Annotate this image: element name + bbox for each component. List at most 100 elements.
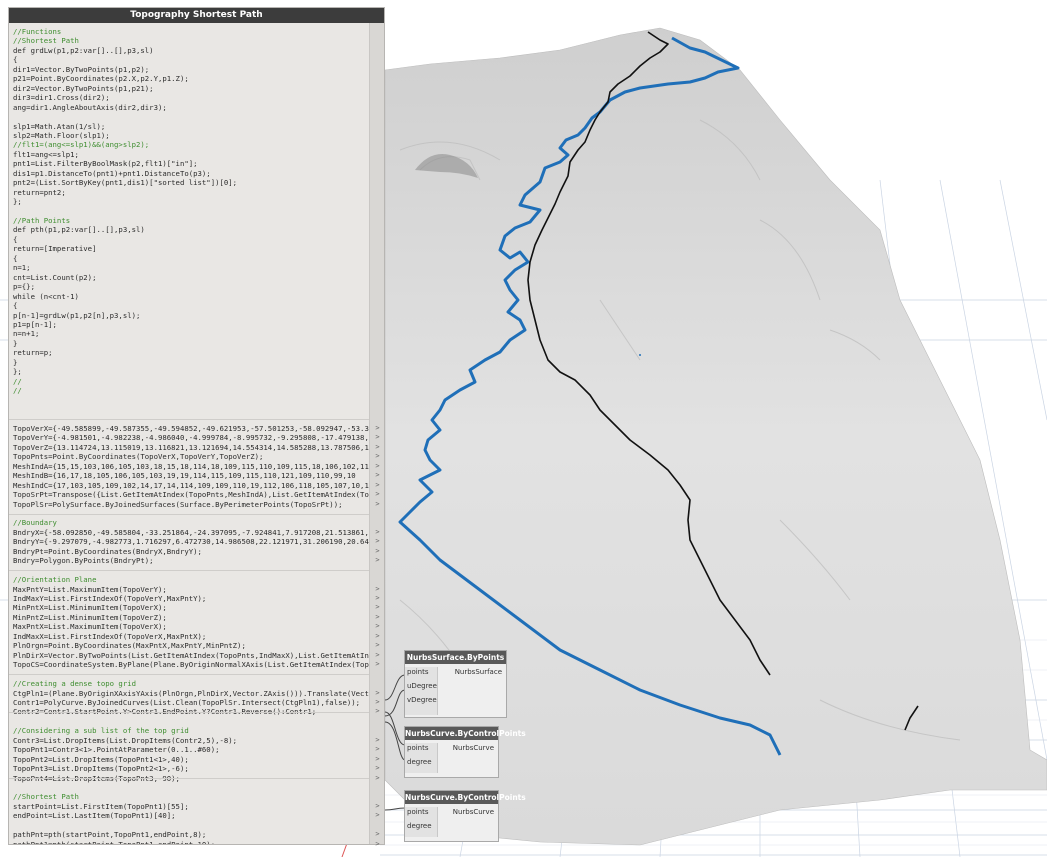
node-title[interactable]: NurbsSurface.ByPoints [405,651,506,664]
code-line: startPoint=List.FirstItem(TopoPnt1)[55]; [13,801,189,811]
code-line: }; [13,367,22,377]
input-vdegree[interactable]: vDegree [407,696,437,704]
output-port[interactable]: > [372,471,383,479]
output-ports: > > > > > > > > > > > > > > > > > > > > > > > > > > > > > > > > > > [369,23,384,848]
code-comment-line: //Path Points [13,216,71,225]
code-line: TopoVerY={-4.981501,-4.982238,-4.986040,… [13,433,369,443]
output-port[interactable]: > [372,622,383,630]
code-line: MinPntX=List.MinimumItem(TopoVerX); [13,603,167,613]
output-port[interactable]: > [372,830,383,838]
output-port[interactable]: > [372,462,383,470]
output-port[interactable]: > [372,802,383,810]
code-line: IndMaxX=List.FirstIndexOf(TopoVerX,MaxPn… [13,631,207,641]
node-title[interactable]: NurbsCurve.ByControlPoints [405,727,526,740]
code-line: endPoint=List.LastItem(TopoPnt1)[40]; [13,811,176,821]
output-port[interactable]: > [372,736,383,744]
code-line: TopoPnts=Point.ByCoordinates(TopoVerX,To… [13,452,264,462]
output-port[interactable]: > [372,481,383,489]
output-port[interactable]: > [372,490,383,498]
output-port[interactable]: > [372,698,383,706]
code-line: IndMaxY=List.FirstIndexOf(TopoVerY,MaxPn… [13,594,207,603]
input-points[interactable]: points [407,744,429,752]
divider [9,570,371,572]
output-port[interactable]: > [372,755,383,763]
code-line: p21=Point.ByCoordinates(p2.X,p2.Y,p1.Z); [13,74,189,84]
output-port[interactable]: > [372,556,383,564]
code-line: TopoVerZ={13.114724,13.115019,13.116821,… [13,442,369,452]
code-line: return=[Imperative] [13,244,97,254]
code-line: { [13,234,18,244]
code-line: n=n+1; [13,329,40,339]
output-port[interactable]: > [372,547,383,555]
code-line: p[n-1]=grdLw(p1,p2[n],p3,sl); [13,310,141,320]
output-port[interactable]: > [372,632,383,640]
code-line: TopoPnt3=List.DropItems(TopoPnt2<1>,-6); [13,764,189,774]
code-line: TopoPnt2=List.DropItems(TopoPnt1<1>,40); [13,754,189,764]
output-port[interactable]: > [372,660,383,668]
code-line: slp2=Math.Floor(slp1); [13,130,110,140]
code-line: } [13,357,18,367]
code-line: Bndry=Polygon.ByPoints(BndryPt); [13,556,154,566]
output-port[interactable]: > [372,585,383,593]
code-line: BndryPt=Point.ByCoordinates(BndryX,Bndry… [13,546,202,556]
code-line: TopoPnt1=Contr3<1>.PointAtParameter(0..1… [13,745,220,755]
output-port[interactable]: > [372,811,383,819]
code-line: CtgPln1=(Plane.ByOriginXAxisYAxis(PlnOrg… [13,688,372,698]
code-line: dir3=dir1.Cross(dir2); [13,93,110,103]
code-comment-line: //flt1=(ang<=slp1)&&(ang>slp2); [13,140,150,150]
output-port[interactable]: > [372,443,383,451]
output-port[interactable]: > [372,774,383,782]
output-port[interactable]: > [372,764,383,772]
code-line: dis1=p1.DistanceTo(pnt1)+pnt1.DistanceTo… [13,168,211,178]
code-comment-line: // [13,386,22,396]
code-line: TopoVerX={-49.585899,-49.587355,-49.5948… [13,423,369,433]
output-port[interactable]: > [372,500,383,508]
code-comment-line: //Functions [13,27,62,36]
code-line: BndryY={-9.297079,-4.982773,1.716297,6.4… [13,537,369,547]
output-port[interactable]: > [372,689,383,697]
output-port[interactable]: > [372,840,383,848]
output-port[interactable]: > [372,537,383,545]
code-line: pathPnt1=pth(startPoint,TopoPnt1,endPoin… [13,840,215,844]
output-port[interactable]: > [372,433,383,441]
input-degree[interactable]: degree [407,758,432,766]
output-port[interactable]: > [372,424,383,432]
divider [9,513,371,515]
code-line: } [13,338,18,348]
code-line: Contr1=PolyCurve.ByJoinedCurves(List.Cle… [13,697,361,707]
nurbs-surface-node[interactable]: NurbsSurface.ByPoints points uDegree vDe… [404,650,507,718]
code-line: MinPntZ=List.MinimumItem(TopoVerZ); [13,612,167,622]
output-port[interactable]: > [372,707,383,715]
output-port[interactable]: > [372,452,383,460]
output-port[interactable]: > [372,745,383,753]
divider [9,712,371,714]
output-port[interactable]: > [372,594,383,602]
input-udegree[interactable]: uDegree [407,682,437,690]
output-port[interactable]: > [372,528,383,536]
node-title[interactable]: NurbsCurve.ByControlPoints [405,791,526,804]
code-line: PlnDirX=Vector.ByTwoPoints(List.GetItemA… [13,650,369,660]
output-port[interactable]: > [372,603,383,611]
code-line: pathPnt=pth(startPoint,TopoPnt1,endPoint… [13,830,207,840]
output-nurbs-surface[interactable]: NurbsSurface [455,668,502,676]
code-line: return=p; [13,348,53,358]
output-port[interactable]: > [372,613,383,621]
code-block-node[interactable]: Topography Shortest Path //Functions//Sh… [8,7,385,848]
output-port[interactable]: > [372,641,383,649]
code-editor[interactable]: //Functions//Shortest Path def grdLw(p1,p… [9,23,372,844]
nurbs-curve-node-1[interactable]: NurbsCurve.ByControlPoints points degree… [404,726,526,778]
input-points[interactable]: points [407,668,429,676]
node-title[interactable]: Topography Shortest Path [9,8,384,23]
code-line: BndryX={-58.092850,-49.585804,-33.251864… [13,527,369,537]
input-degree[interactable]: degree [407,822,432,830]
nurbs-curve-node-2[interactable]: NurbsCurve.ByControlPoints points degree… [404,790,526,842]
output-port[interactable]: > [372,651,383,659]
code-comment-line: //Shortest Path [13,36,79,46]
output-nurbs-curve[interactable]: NurbsCurve [453,808,494,816]
code-line: return=pnt2; [13,187,66,197]
output-nurbs-curve[interactable]: NurbsCurve [453,744,494,752]
code-line: MaxPntY=List.MaximumItem(TopoVerY); [13,584,167,594]
code-line: PlnOrgn=Point.ByCoordinates(MaxPntX,MaxP… [13,641,246,651]
input-points[interactable]: points [407,808,429,816]
code-line: MeshIndC={17,103,105,109,102,14,17,14,11… [13,480,372,490]
